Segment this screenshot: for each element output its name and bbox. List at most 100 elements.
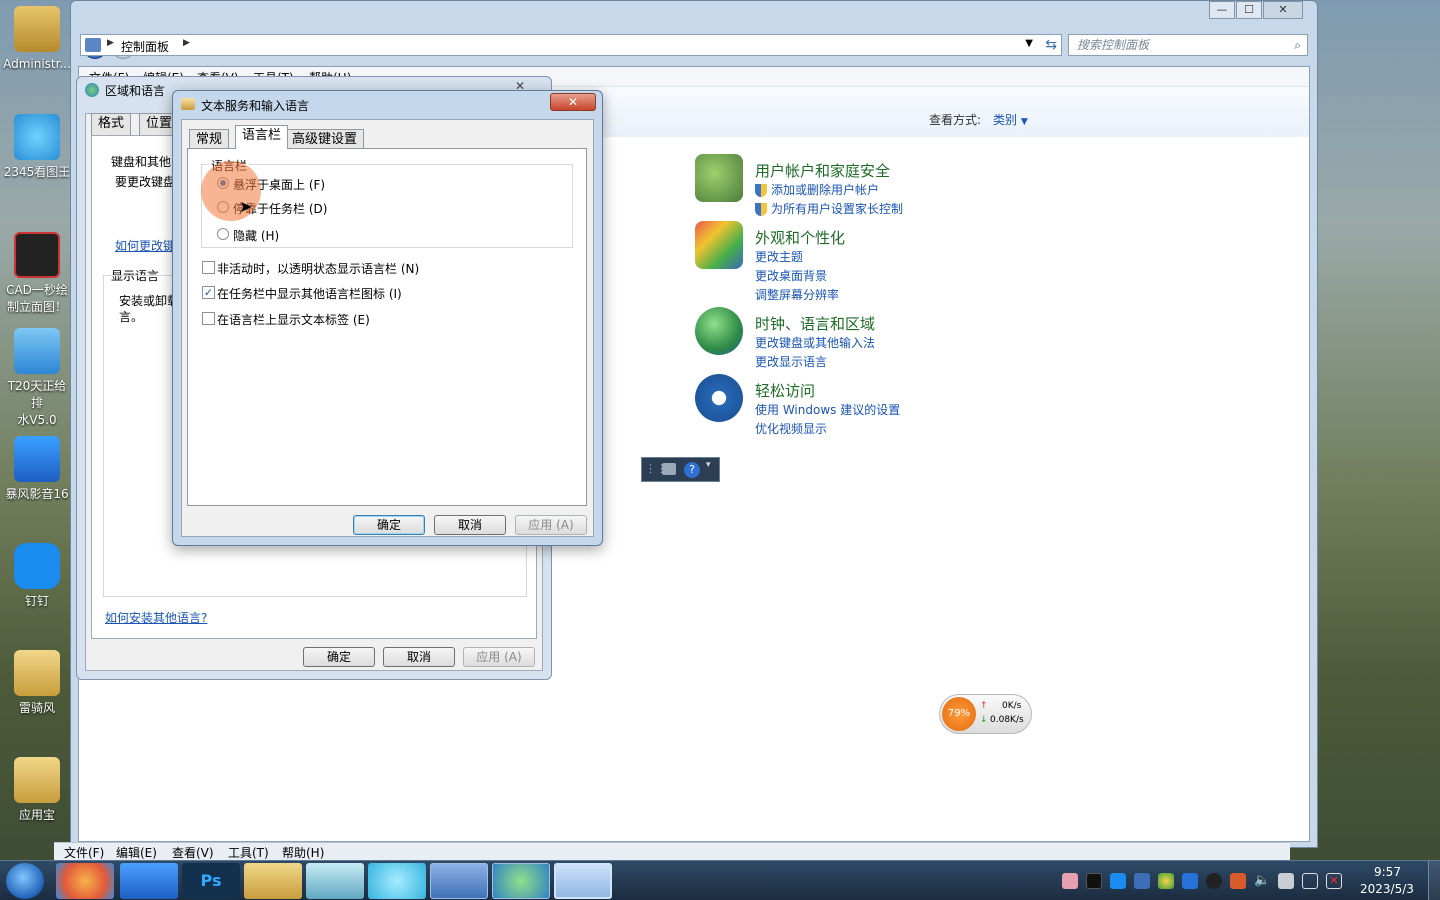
taskbar-control-panel-icon[interactable] <box>430 863 488 899</box>
folder-icon <box>14 757 60 803</box>
taskbar-region-icon[interactable] <box>492 863 550 899</box>
desktop-icon-yingyongbao[interactable]: 应用宝 <box>2 757 72 824</box>
tray-360-icon[interactable] <box>1158 873 1174 889</box>
checkbox-text-labels[interactable] <box>202 312 215 325</box>
install-language-link[interactable]: 如何安装其他语言? <box>105 609 207 626</box>
ok-button[interactable]: 确定 <box>353 515 425 535</box>
menu-tools[interactable]: 工具(T) <box>228 844 269 861</box>
search-input[interactable]: 搜索控制面板 ⌕ <box>1068 34 1308 56</box>
tray-dingtalk-icon[interactable] <box>1110 873 1126 889</box>
keyboard-icon[interactable] <box>662 463 676 475</box>
keyboard-description: 要更改键盘 <box>115 175 176 189</box>
cancel-button[interactable]: 取消 <box>434 515 506 535</box>
search-icon[interactable]: ⌕ <box>1294 35 1301 55</box>
link-change-background[interactable]: 更改桌面背景 <box>755 267 845 286</box>
tray-app-icon[interactable] <box>1230 873 1246 889</box>
minimize-button[interactable]: — <box>1209 1 1235 19</box>
folder-user-icon <box>14 6 60 52</box>
link-change-keyboard[interactable]: 更改键盘或其他输入法 <box>755 334 875 353</box>
close-button[interactable]: ✕ <box>550 93 596 111</box>
desktop-icon-folder[interactable]: 雷骑风 <box>2 650 72 717</box>
link-parental-controls[interactable]: 为所有用户设置家长控制 <box>755 200 903 219</box>
breadcrumb-chevron-icon[interactable]: ▶ <box>183 38 190 48</box>
tray-app-icon[interactable] <box>1182 873 1198 889</box>
appearance-icon <box>695 221 743 269</box>
volume-icon[interactable]: 🔈 <box>1254 873 1270 889</box>
close-button[interactable]: ✕ <box>1263 1 1303 19</box>
tab-format[interactable]: 格式 <box>91 113 132 135</box>
tray-app-icon[interactable] <box>1278 873 1294 889</box>
link-screen-resolution[interactable]: 调整屏幕分辨率 <box>755 286 845 305</box>
category-title[interactable]: 外观和个性化 <box>755 227 845 248</box>
address-bar[interactable]: ▶ 控制面板 ▶ ▼ ⇆ <box>80 34 1062 56</box>
baofeng-icon <box>14 436 60 482</box>
action-center-icon[interactable]: ✕ <box>1326 873 1342 889</box>
desktop-icon-label: Administr... <box>3 57 71 71</box>
network-speed-widget[interactable]: 79% ↑ 0K/s ↓ 0.08K/s <box>939 694 1032 734</box>
tab-language-bar[interactable]: 语言栏 <box>235 125 289 149</box>
link-change-display-language[interactable]: 更改显示语言 <box>755 353 875 372</box>
taskbar-2345viewer-icon[interactable] <box>368 863 426 899</box>
show-desktop-button[interactable] <box>1428 861 1440 900</box>
tray-app-icon[interactable] <box>1086 873 1102 889</box>
cancel-button[interactable]: 取消 <box>383 647 455 667</box>
maximize-button[interactable]: ☐ <box>1236 1 1262 19</box>
taskbar-baofeng-icon[interactable] <box>120 863 178 899</box>
globe-icon <box>85 83 99 97</box>
category-title[interactable]: 时钟、语言和区域 <box>755 313 875 334</box>
link-change-theme[interactable]: 更改主题 <box>755 248 845 267</box>
view-by-dropdown[interactable]: 类别 ▼ <box>993 111 1028 128</box>
tab-general[interactable]: 常规 <box>189 129 230 149</box>
taskbar-photoshop-icon[interactable]: Ps <box>182 863 240 899</box>
options-icon[interactable]: ▾ <box>706 460 711 470</box>
start-button[interactable] <box>6 863 44 899</box>
clock-time[interactable]: 9:57 <box>1374 865 1401 879</box>
dropdown-chevron-icon[interactable]: ▼ <box>1025 38 1033 49</box>
ok-button[interactable]: 确定 <box>303 647 375 667</box>
desktop-icon-cad[interactable]: CAD一秒绘 制立面图！ <box>2 232 72 316</box>
cad-icon <box>14 232 60 278</box>
link-recommended-settings[interactable]: 使用 Windows 建议的设置 <box>755 401 900 420</box>
users-icon <box>695 154 743 202</box>
radio-hidden[interactable] <box>217 228 229 240</box>
desktop-icon-dingtalk[interactable]: 钉钉 <box>2 543 72 610</box>
clock-date[interactable]: 2023/5/3 <box>1360 882 1414 896</box>
desktop-icon-administrator[interactable]: Administr... <box>2 6 72 73</box>
menu-view[interactable]: 查看(V) <box>172 844 214 861</box>
text-services-dialog: 文本服务和输入语言 ✕ 常规 语言栏 高级键设置 语言栏 悬浮于桌面上 (F) … <box>172 90 603 546</box>
link-add-remove-accounts[interactable]: 添加或删除用户帐户 <box>755 181 903 200</box>
desktop-icon-2345viewer[interactable]: 2345看图王 <box>2 114 72 181</box>
radio-hidden-label: 隐藏 (H) <box>233 229 280 243</box>
network-icon[interactable] <box>1302 873 1318 889</box>
memory-usage-badge: 79% <box>942 697 976 731</box>
apply-button[interactable]: 应用 (A) <box>463 647 535 667</box>
tab-advanced-keys[interactable]: 高级键设置 <box>285 129 365 149</box>
keyboard-help-link[interactable]: 如何更改键 <box>115 237 175 254</box>
keyboard-group-label: 键盘和其他 <box>111 155 172 169</box>
refresh-icon[interactable]: ⇆ <box>1045 37 1057 53</box>
language-bar[interactable]: ⋮⋮ ? ▾ <box>641 457 720 482</box>
menu-edit[interactable]: 编辑(E) <box>116 844 157 861</box>
taskbar-text-services-icon[interactable] <box>554 863 612 899</box>
desktop-icon-baofeng[interactable]: 暴风影音16 <box>2 436 72 503</box>
taskbar: Ps 🔈 ✕ 9:57 2023/5/3 <box>0 860 1440 900</box>
desktop-icon-label: 2345看图王 <box>3 165 71 179</box>
help-icon[interactable]: ? <box>684 462 700 478</box>
tray-qq-icon[interactable] <box>1206 873 1222 889</box>
taskbar-notepad-icon[interactable] <box>306 863 364 899</box>
menu-file[interactable]: 文件(F) <box>64 844 104 861</box>
breadcrumb[interactable]: 控制面板 <box>121 38 169 55</box>
checkbox-extra-icons[interactable]: ✓ <box>202 286 215 299</box>
upload-arrow-icon: ↑ <box>980 701 988 711</box>
menu-help[interactable]: 帮助(H) <box>282 844 324 861</box>
category-title[interactable]: 用户帐户和家庭安全 <box>755 160 903 181</box>
checkbox-transparent[interactable] <box>202 261 215 274</box>
tray-app-icon[interactable] <box>1134 873 1150 889</box>
category-title[interactable]: 轻松访问 <box>755 380 900 401</box>
tray-app-icon[interactable] <box>1062 873 1078 889</box>
desktop-icon-t20[interactable]: T20天正给排 水V5.0 <box>2 328 72 429</box>
taskbar-360-icon[interactable] <box>56 863 114 899</box>
apply-button[interactable]: 应用 (A) <box>515 515 587 535</box>
taskbar-explorer-icon[interactable] <box>244 863 302 899</box>
link-optimize-video[interactable]: 优化视频显示 <box>755 420 900 439</box>
